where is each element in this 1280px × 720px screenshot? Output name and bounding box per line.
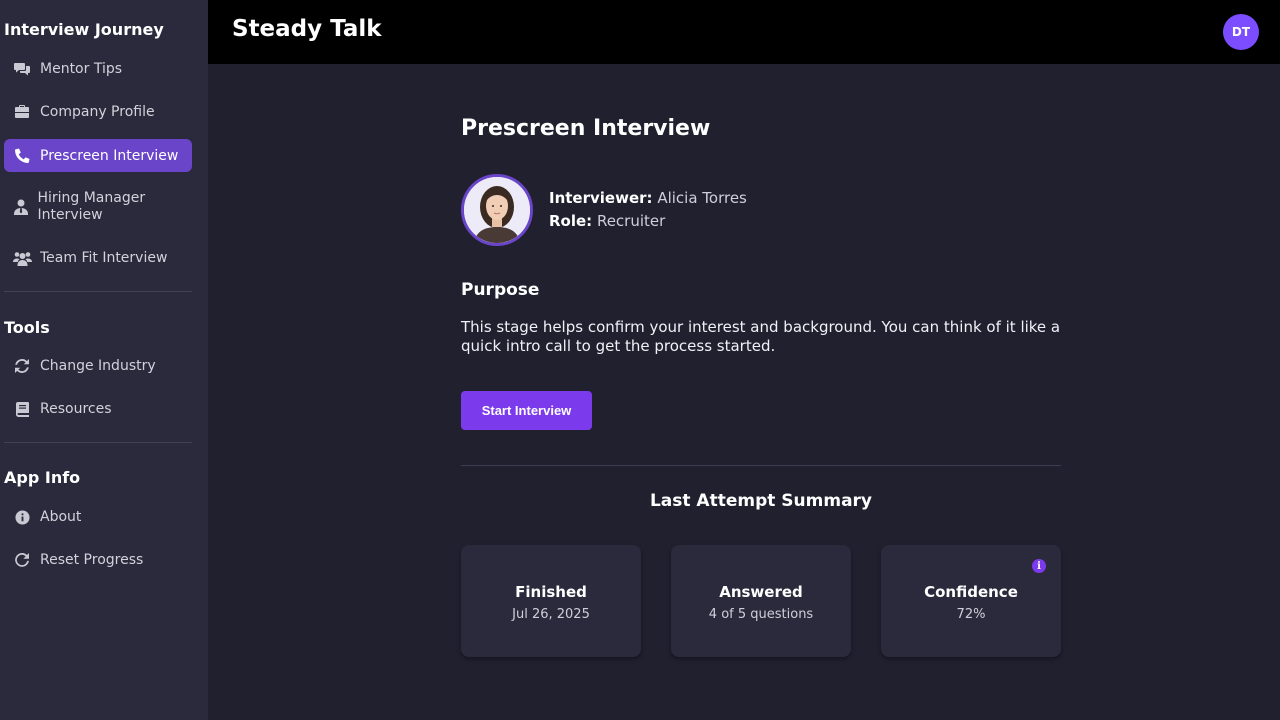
card-label: Confidence (924, 583, 1018, 601)
sidebar-item-label: Change Industry (40, 358, 156, 374)
section-title-journey: Interview Journey (4, 20, 164, 39)
card-label: Finished (515, 583, 587, 601)
card-value: 72% (956, 607, 986, 622)
summary-card-finished: Finished Jul 26, 2025 (461, 545, 641, 657)
sidebar-item-label: Resources (40, 401, 112, 417)
sidebar-item-label: About (40, 509, 82, 525)
interviewer-label: Interviewer: (549, 189, 653, 207)
interviewer-avatar (461, 174, 533, 246)
start-interview-button[interactable]: Start Interview (461, 391, 592, 430)
card-value: Jul 26, 2025 (512, 607, 590, 622)
interviewer-block: Interviewer: Alicia Torres Role: Recruit… (461, 174, 747, 246)
summary-card-confidence: i Confidence 72% (881, 545, 1061, 657)
sidebar-item-company-profile[interactable]: Company Profile (4, 99, 192, 125)
sidebar-divider (4, 291, 192, 292)
section-title-tools: Tools (4, 318, 50, 337)
sidebar-item-label: Mentor Tips (40, 61, 123, 77)
info-icon[interactable]: i (1032, 559, 1046, 573)
summary-heading: Last Attempt Summary (649, 491, 873, 511)
sidebar-item-about[interactable]: About (4, 504, 192, 530)
card-value: 4 of 5 questions (708, 607, 814, 622)
sidebar-item-reset-progress[interactable]: Reset Progress (4, 547, 192, 573)
sidebar: Interview Journey Mentor Tips Company Pr… (0, 0, 208, 720)
info-circle-icon (12, 507, 32, 527)
interviewer-name: Alicia Torres (657, 189, 747, 207)
role-value: Recruiter (596, 212, 666, 230)
sidebar-item-label: Hiring Manager Interview (37, 190, 146, 223)
reset-icon (12, 550, 32, 570)
sidebar-divider (4, 442, 192, 443)
sidebar-item-change-industry[interactable]: Change Industry (4, 353, 192, 379)
top-bar: Steady Talk DT (208, 0, 1280, 64)
app-title: Steady Talk (232, 16, 382, 42)
purpose-heading: Purpose (461, 280, 540, 300)
sidebar-item-label: Reset Progress (40, 552, 144, 568)
section-title-app-info: App Info (4, 468, 81, 487)
role-label: Role: (549, 212, 593, 230)
user-avatar[interactable]: DT (1223, 14, 1259, 50)
sidebar-item-hiring-manager-interview[interactable]: Hiring Manager Interview (4, 189, 192, 225)
refresh-icon (12, 356, 32, 376)
sidebar-item-label: Company Profile (40, 104, 155, 120)
sidebar-item-label: Prescreen Interview (40, 147, 179, 164)
sidebar-item-team-fit-interview[interactable]: Team Fit Interview (4, 245, 192, 271)
card-label: Answered (719, 583, 803, 601)
interviewer-info: Interviewer: Alicia Torres Role: Recruit… (549, 187, 747, 233)
briefcase-icon (12, 102, 32, 122)
sidebar-item-label: Team Fit Interview (40, 250, 168, 266)
user-tie-icon (12, 197, 29, 217)
sidebar-item-resources[interactable]: Resources (4, 396, 192, 422)
users-icon (12, 248, 32, 268)
page-title: Prescreen Interview (461, 116, 711, 141)
sidebar-item-mentor-tips[interactable]: Mentor Tips (4, 56, 192, 82)
purpose-text: This stage helps confirm your interest a… (461, 318, 1061, 355)
summary-card-answered: Answered 4 of 5 questions (671, 545, 851, 657)
sidebar-item-prescreen-interview[interactable]: Prescreen Interview (4, 139, 192, 172)
book-icon (12, 399, 32, 419)
comments-icon (12, 59, 32, 79)
section-divider (461, 465, 1061, 466)
phone-icon (12, 146, 32, 166)
